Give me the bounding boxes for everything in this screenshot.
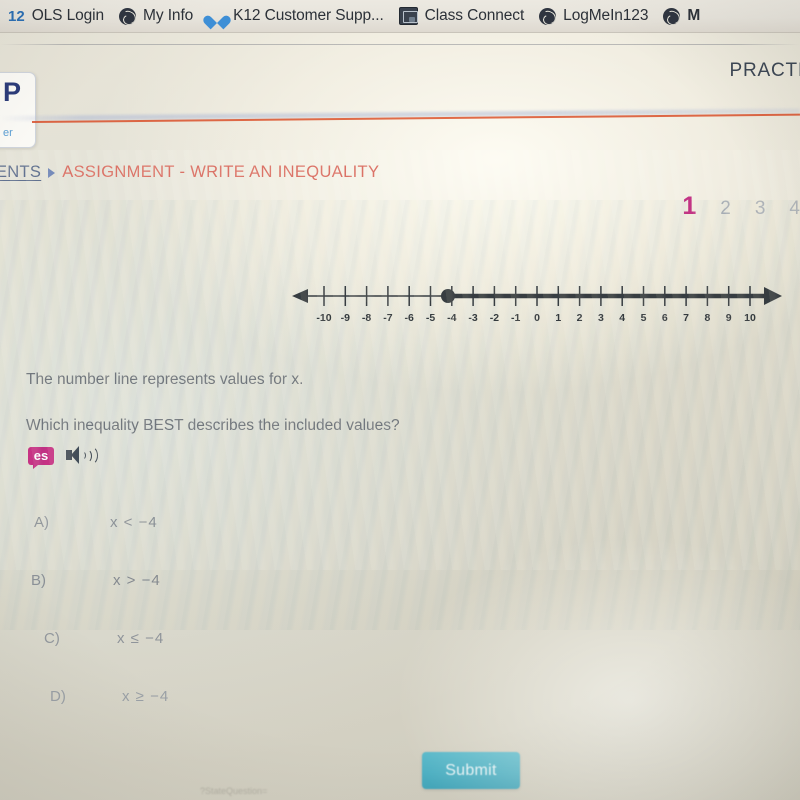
answer-option-b[interactable]: B) x > −4: [0, 562, 400, 619]
svg-text:1: 1: [555, 312, 561, 324]
bookmark-class-connect[interactable]: Class Connect: [393, 0, 534, 32]
page-number-2[interactable]: 2: [720, 198, 731, 220]
number-line-figure: -10 -9 -8 -7 -6 -5 -4 -3 -2 -1 0 1 2 3 4 5 6 7 8 9 10: [288, 278, 788, 330]
screen-icon: [398, 7, 418, 25]
svg-text:10: 10: [744, 312, 756, 324]
option-text: x < −4: [110, 514, 158, 531]
option-letter: A): [34, 514, 49, 531]
option-letter: C): [44, 630, 60, 647]
svg-text:4: 4: [619, 312, 625, 324]
globe-icon: [119, 7, 137, 25]
option-text: x ≥ −4: [122, 688, 170, 705]
answer-option-d[interactable]: D) x ≥ −4: [0, 676, 400, 733]
svg-text:-5: -5: [426, 312, 435, 324]
triangle-right-icon: [48, 167, 56, 178]
bookmark-overflow-partial[interactable]: M: [657, 0, 709, 32]
footer-faint-text: ?StateQuestion=: [200, 786, 268, 796]
bookmark-label: My Info: [143, 7, 194, 24]
bookmarks-bar: 12 OLS Login My Info K12 Customer Supp..…: [0, 0, 800, 33]
page-title: PRACTI: [729, 60, 800, 81]
bookmark-label: K12 Customer Supp...: [233, 7, 384, 24]
speaker-icon[interactable]: [66, 446, 98, 465]
speaker-wave-3: [83, 446, 98, 465]
page-number-3[interactable]: 3: [755, 198, 766, 220]
answer-option-c[interactable]: C) x ≤ −4: [0, 619, 400, 676]
answer-option-a[interactable]: A) x < −4: [0, 505, 400, 562]
svg-text:-8: -8: [362, 312, 371, 324]
page-number-4[interactable]: 4: [789, 198, 800, 220]
question-prompt-line-2: Which inequality BEST describes the incl…: [26, 417, 400, 434]
svg-text:-3: -3: [468, 312, 477, 324]
bookmark-logmein123[interactable]: LogMeIn123: [533, 0, 657, 32]
pagination: 1 2 3 4: [682, 192, 800, 221]
question-prompt-line-1: The number line represents values for x.: [26, 371, 304, 388]
bookmark-label: LogMeIn123: [563, 7, 649, 24]
breadcrumb-current: ASSIGNMENT - WRITE AN INEQUALITY: [62, 163, 380, 181]
option-letter: D): [50, 688, 66, 705]
svg-text:-7: -7: [383, 312, 392, 324]
left-nav-card-subtext: er: [3, 127, 13, 139]
svg-text:7: 7: [683, 312, 689, 324]
closed-point-marker: [441, 289, 455, 303]
translate-es-badge[interactable]: es: [28, 446, 54, 469]
svg-text:-2: -2: [490, 312, 499, 324]
left-nav-card-initial: P: [3, 77, 22, 107]
breadcrumb: ENTS ASSIGNMENT - WRITE AN INEQUALITY: [0, 163, 379, 182]
bookmark-my-info[interactable]: My Info: [113, 0, 202, 32]
svg-text:-10: -10: [316, 312, 331, 324]
svg-text:-1: -1: [511, 312, 520, 324]
heart-icon: [208, 9, 226, 24]
svg-text:9: 9: [726, 312, 732, 324]
left-nav-card[interactable]: P er: [0, 72, 36, 148]
svg-text:-6: -6: [405, 312, 414, 324]
svg-text:5: 5: [641, 312, 647, 324]
submit-button[interactable]: Submit: [422, 752, 520, 789]
svg-text:-9: -9: [341, 312, 350, 324]
svg-text:3: 3: [598, 312, 604, 324]
svg-text:-4: -4: [447, 312, 456, 324]
bookmark-label: Class Connect: [424, 7, 525, 24]
svg-text:0: 0: [534, 312, 540, 324]
globe-icon: [539, 7, 557, 25]
option-text: x ≤ −4: [117, 630, 165, 647]
page-number-1[interactable]: 1: [682, 192, 696, 221]
speaker-cone: [71, 446, 79, 464]
breadcrumb-parent-link[interactable]: ENTS: [0, 163, 41, 182]
svg-text:2: 2: [577, 312, 583, 324]
screenshot-root: 12 OLS Login My Info K12 Customer Supp..…: [0, 0, 800, 800]
question-tools: es: [28, 446, 98, 469]
svg-text:6: 6: [662, 312, 668, 324]
svg-text:8: 8: [704, 312, 710, 324]
page-top-divider: [0, 44, 800, 45]
k12-logo-icon: 12: [8, 7, 25, 25]
option-text: x > −4: [113, 572, 161, 589]
bookmark-k12-customer-support[interactable]: K12 Customer Supp...: [202, 0, 393, 32]
answer-options: A) x < −4 B) x > −4 C) x ≤ −4 D) x ≥ −4: [0, 505, 400, 733]
bookmark-label: OLS Login: [31, 7, 105, 24]
globe-icon: [663, 7, 681, 25]
bookmark-ols-login[interactable]: 12 OLS Login: [2, 0, 113, 32]
number-line-svg: -10 -9 -8 -7 -6 -5 -4 -3 -2 -1 0 1 2 3 4 5 6 7 8 9 10: [292, 286, 782, 324]
option-letter: B): [31, 572, 46, 589]
bookmark-label: M: [687, 7, 701, 24]
